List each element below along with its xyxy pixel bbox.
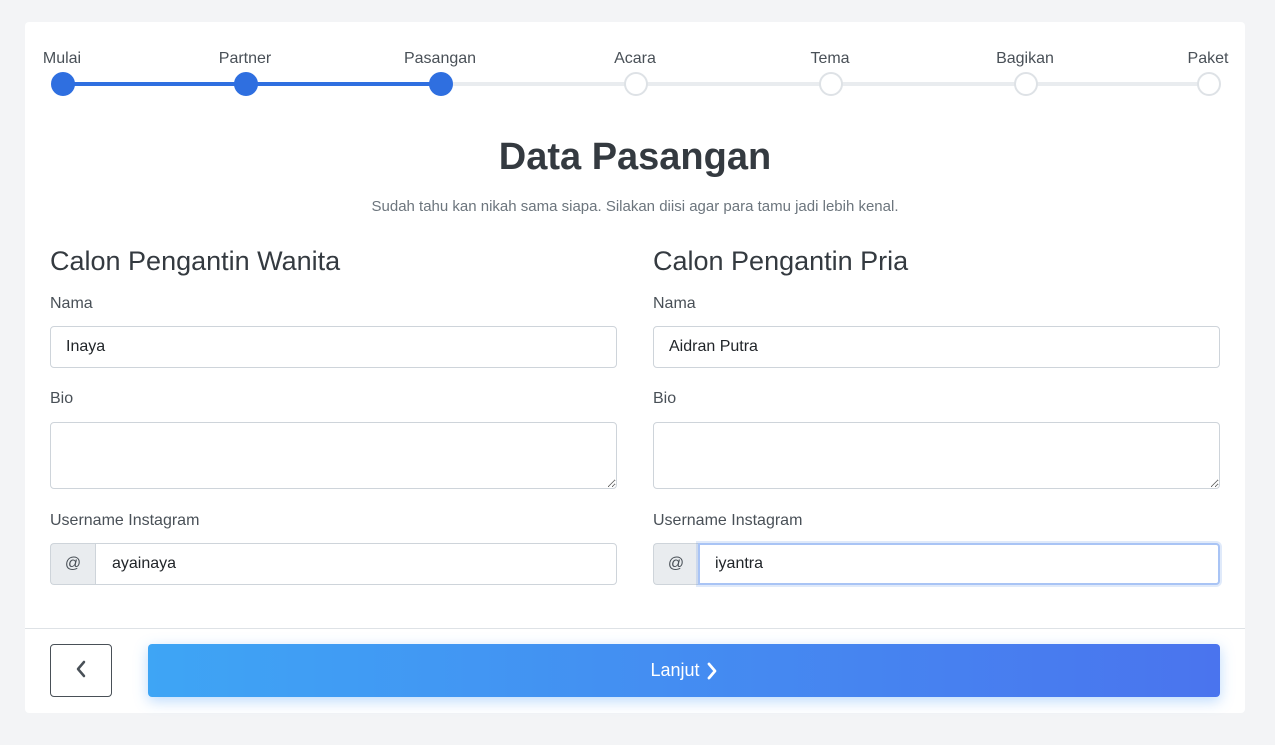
step-dot-pending bbox=[1197, 72, 1221, 96]
bride-instagram-group: @ bbox=[50, 543, 617, 585]
step-acara: Acara bbox=[575, 22, 695, 96]
step-label: Acara bbox=[614, 50, 656, 67]
step-dot-pending bbox=[819, 72, 843, 96]
groom-bio-input[interactable] bbox=[653, 422, 1220, 489]
groom-instagram-input[interactable] bbox=[698, 543, 1220, 585]
step-pasangan: Pasangan bbox=[380, 22, 500, 96]
footer-divider bbox=[25, 628, 1245, 629]
step-bagikan: Bagikan bbox=[965, 22, 1085, 96]
bride-bio-input[interactable] bbox=[50, 422, 617, 489]
back-button[interactable] bbox=[50, 644, 112, 697]
step-label: Tema bbox=[810, 50, 850, 67]
step-paket: Paket bbox=[1148, 22, 1268, 96]
groom-name-input[interactable] bbox=[653, 326, 1220, 368]
step-label: Pasangan bbox=[403, 50, 477, 67]
step-label: Partner bbox=[218, 50, 272, 67]
step-label: Bagikan bbox=[996, 50, 1054, 67]
wizard-card: Mulai Partner Pasangan Acara Tema Bagikan Pake… bbox=[25, 22, 1245, 713]
next-button-label: Lanjut bbox=[650, 660, 700, 680]
step-label: Paket bbox=[1187, 50, 1229, 67]
bride-section-title: Calon Pengantin Wanita bbox=[50, 246, 341, 276]
page-title: Data Pasangan bbox=[498, 136, 772, 178]
bride-instagram-input[interactable] bbox=[95, 543, 617, 585]
step-dot-complete bbox=[234, 72, 258, 96]
bride-name-label: Nama bbox=[50, 295, 93, 312]
bride-instagram-label: Username Instagram bbox=[50, 512, 200, 529]
bride-name-input[interactable] bbox=[50, 326, 617, 368]
step-dot-pending bbox=[624, 72, 648, 96]
step-partner: Partner bbox=[185, 22, 305, 96]
groom-section: Calon Pengantin Pria Nama Bio Username I… bbox=[653, 242, 1220, 585]
page-subtitle: Sudah tahu kan nikah sama siapa. Silakan… bbox=[371, 198, 899, 215]
step-dot-complete bbox=[51, 72, 75, 96]
groom-name-label: Nama bbox=[653, 295, 696, 312]
bride-bio-label: Bio bbox=[50, 390, 74, 407]
next-button[interactable]: Lanjut bbox=[148, 644, 1220, 697]
step-label: Mulai bbox=[42, 50, 82, 67]
groom-instagram-group: @ bbox=[653, 543, 1220, 585]
progress-stepper: Mulai Partner Pasangan Acara Tema Bagikan Pake… bbox=[25, 22, 1245, 112]
step-mulai: Mulai bbox=[2, 22, 122, 96]
step-dot-pending bbox=[1014, 72, 1038, 96]
step-dot-complete bbox=[429, 72, 453, 96]
at-sign-prefix: @ bbox=[653, 543, 698, 585]
chevron-left-icon bbox=[75, 660, 87, 681]
step-tema: Tema bbox=[770, 22, 890, 96]
groom-section-title: Calon Pengantin Pria bbox=[653, 246, 909, 276]
groom-bio-label: Bio bbox=[653, 390, 677, 407]
bride-section: Calon Pengantin Wanita Nama Bio Username… bbox=[50, 242, 617, 585]
at-sign-prefix: @ bbox=[50, 543, 95, 585]
groom-instagram-label: Username Instagram bbox=[653, 512, 803, 529]
chevron-right-icon bbox=[706, 662, 718, 680]
